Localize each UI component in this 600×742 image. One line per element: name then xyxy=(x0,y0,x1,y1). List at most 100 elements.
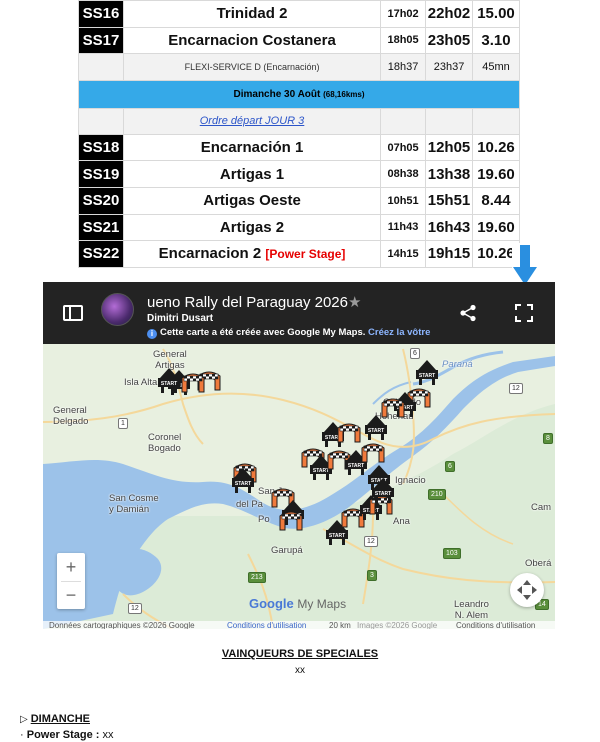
stage-time-1: 08h38 xyxy=(380,160,427,188)
place-isla-alta: Isla Alta xyxy=(124,377,158,388)
table-row: SS19 Artigas 1 08h38 13h38 19.60 xyxy=(78,160,520,188)
place-cam: Cam xyxy=(531,502,552,513)
avatar[interactable] xyxy=(101,293,134,326)
camera-control-button[interactable] xyxy=(510,573,544,607)
map-scale[interactable]: 20 km xyxy=(329,621,351,629)
empty-cell xyxy=(472,107,520,135)
day-kms: (68,16kms) xyxy=(323,89,365,99)
river-parana: Paraná xyxy=(442,359,473,370)
start-order-link[interactable]: Ordre départ JOUR 3 xyxy=(122,107,382,135)
road-badge: 12 xyxy=(128,603,142,614)
stage-code: SS17 xyxy=(78,26,124,55)
place-general-artigas: General Artigas xyxy=(153,349,187,371)
stage-time-2: 19h15 xyxy=(425,240,473,268)
winners-value: xx xyxy=(295,665,305,676)
create-map-link[interactable]: Créez la vôtre xyxy=(368,327,430,338)
stage-name: Artigas 1 xyxy=(122,160,382,188)
stage-time-2: 22h02 xyxy=(425,0,473,28)
map-author: Dimitri Dusart xyxy=(147,313,214,324)
place-obligado: Obligado xyxy=(383,397,422,408)
imagery-copyright: Images ©2026 Google xyxy=(357,621,438,629)
empty-cell xyxy=(78,53,124,81)
stage-name-text: Encarnacion 2 xyxy=(158,245,262,263)
fullscreen-icon[interactable] xyxy=(515,304,533,322)
stage-distance: 19.60 xyxy=(472,160,520,188)
place-posadas: Po xyxy=(258,514,270,525)
flexi-service-row: FLEXI-SERVICE D (Encarnación) 18h37 23h3… xyxy=(78,53,520,81)
stage-code: SS19 xyxy=(78,160,124,188)
stage-name: Encarnación 1 xyxy=(122,133,382,162)
empty-cell xyxy=(425,107,473,135)
place-ignacio: Ignacio xyxy=(395,475,426,486)
place-san-juan: San Ju xyxy=(258,486,288,497)
dimanche-label: DIMANCHE xyxy=(30,713,90,725)
stage-name: Artigas 2 xyxy=(122,213,382,242)
day-header-row: Dimanche 30 Août (68,16kms) xyxy=(78,79,520,109)
power-stage-tag: [Power Stage] xyxy=(265,247,346,262)
stage-code: SS21 xyxy=(78,213,124,242)
info-icon: i xyxy=(147,329,157,339)
map-data-copyright: Données cartographiques ©2026 Google xyxy=(49,621,195,629)
stage-code: SS18 xyxy=(78,133,124,162)
terms-link-2[interactable]: Conditions d'utilisation xyxy=(456,621,535,629)
stage-name: Trinidad 2 xyxy=(122,0,382,28)
stage-time-1: 17h02 xyxy=(380,0,427,28)
winners-title: VAINQUEURS DE SPECIALES xyxy=(221,648,379,660)
bullet: · xyxy=(20,729,24,741)
road-badge: 6 xyxy=(445,461,455,472)
flexi-time-2: 23h37 xyxy=(425,53,473,81)
zoom-out-button[interactable]: − xyxy=(57,581,85,609)
road-badge: 210 xyxy=(428,489,446,500)
dimanche-toggle[interactable]: ▷ DIMANCHE xyxy=(20,713,90,725)
map-title[interactable]: ueno Rally del Paraguay 2026 xyxy=(147,294,348,311)
table-row: SS20 Artigas Oeste 10h51 15h51 8.44 xyxy=(78,186,520,215)
road-badge: 213 xyxy=(248,572,266,583)
stage-time-2: 23h05 xyxy=(425,26,473,55)
stage-distance: 19.60 xyxy=(472,213,520,242)
table-row: SS18 Encarnación 1 07h05 12h05 10.26 xyxy=(78,133,520,162)
zoom-divider xyxy=(61,581,81,582)
power-stage-label: Power Stage : xyxy=(26,729,100,741)
table-row: SS22 Encarnacion 2 [Power Stage] 14h15 1… xyxy=(78,240,520,268)
map-info-line: i Cette carte a été créée avec Google My … xyxy=(147,327,430,339)
map-attribution: Données cartographiques ©2026 Google Con… xyxy=(43,621,555,629)
stage-time-2: 12h05 xyxy=(425,133,473,162)
day-header: Dimanche 30 Août (68,16kms) xyxy=(78,79,520,109)
star-icon[interactable]: ★ xyxy=(348,293,361,311)
start-order-row: Ordre départ JOUR 3 xyxy=(78,107,520,135)
stage-time-1: 14h15 xyxy=(380,240,427,268)
empty-cell xyxy=(380,107,427,135)
place-obera: Oberá xyxy=(525,558,552,569)
map-canvas[interactable]: General Artigas Isla Alta General Delgad… xyxy=(43,344,555,629)
terms-link[interactable]: Conditions d'utilisation xyxy=(227,621,306,629)
stage-name: Artigas Oeste xyxy=(122,186,382,215)
stage-time-1: 10h51 xyxy=(380,186,427,215)
google-map-embed[interactable]: ueno Rally del Paraguay 2026 ★ Dimitri D… xyxy=(43,282,555,629)
place-san-cosme: San Cosme y Damián xyxy=(109,493,159,515)
move-arrows-icon xyxy=(517,580,537,600)
stage-distance: 10.26 xyxy=(472,133,520,162)
stage-name: Encarnacion Costanera xyxy=(122,26,382,55)
my-maps-logo-text: My Maps xyxy=(297,597,347,611)
zoom-in-button[interactable]: + xyxy=(57,553,85,581)
empty-cell xyxy=(78,107,124,135)
stage-time-2: 13h38 xyxy=(425,160,473,188)
stage-time-2: 15h51 xyxy=(425,186,473,215)
flexi-duration: 45mn xyxy=(472,53,520,81)
place-santa-ana: Ana xyxy=(393,516,410,527)
stage-distance: 15.00 xyxy=(472,0,520,28)
power-stage-value: xx xyxy=(102,729,114,741)
stage-name: Encarnacion 2 [Power Stage] xyxy=(122,240,382,268)
road-badge: 103 xyxy=(443,548,461,559)
road-badge: 12 xyxy=(509,383,523,394)
place-del-parana: del Pa xyxy=(236,499,263,510)
stage-time-1: 18h05 xyxy=(380,26,427,55)
share-icon[interactable] xyxy=(459,304,477,322)
place-garupa: Garupá xyxy=(271,545,303,556)
table-row: SS21 Artigas 2 11h43 16h43 19.60 xyxy=(78,213,520,242)
side-panel-icon[interactable] xyxy=(63,305,83,321)
road-badge: 6 xyxy=(410,348,420,359)
road-badge: 1 xyxy=(118,418,128,429)
map-terrain xyxy=(43,344,555,629)
schedule-table: SS16 Trinidad 2 17h02 22h02 15.00 SS17 E… xyxy=(78,0,520,268)
